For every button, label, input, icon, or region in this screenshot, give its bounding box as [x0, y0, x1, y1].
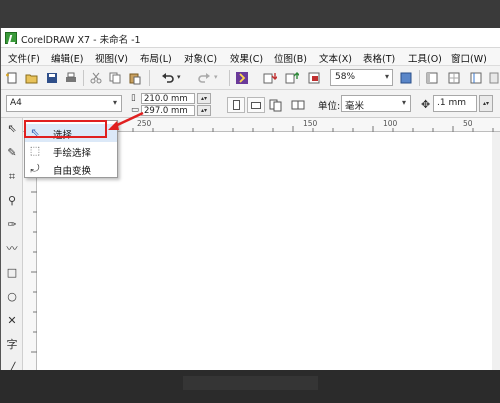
menu-edit[interactable]: 编辑(E)	[51, 51, 83, 65]
chevron-down-icon: ▾	[401, 98, 406, 107]
ruler-tick-label: 150	[303, 119, 318, 128]
redo-icon[interactable]	[197, 71, 211, 85]
freehand-tool-icon[interactable]: ✑	[5, 218, 19, 232]
nudge-distance-icon: ✥	[421, 98, 431, 111]
page-height-field[interactable]: 297.0 mm	[141, 105, 195, 116]
ruler-tick-label: 100	[383, 119, 398, 128]
show-guidelines-icon[interactable]	[469, 71, 483, 85]
undo-icon[interactable]	[161, 71, 175, 85]
units-select[interactable]: 毫米 ▾	[341, 95, 411, 112]
menu-text[interactable]: 文本(X)	[319, 51, 352, 65]
import-icon[interactable]	[263, 71, 277, 85]
standard-toolbar: ▾ ▾ 58% ▾	[1, 66, 500, 90]
menu-tools[interactable]: 工具(O)	[408, 51, 442, 65]
freehand-pick-icon: ⬚	[29, 144, 41, 157]
flyout-item-freehand-pick[interactable]: ⬚ 手绘选择	[25, 142, 117, 160]
snap-to-icon[interactable]	[489, 71, 500, 85]
background-window-ghost	[183, 376, 318, 390]
save-icon[interactable]	[45, 71, 59, 85]
toolbar-separator	[419, 70, 420, 86]
copy-icon[interactable]	[108, 71, 122, 85]
menu-layout[interactable]: 布局(L)	[140, 51, 172, 65]
flyout-item-label: 手绘选择	[53, 148, 92, 159]
width-icon: ▯	[131, 93, 136, 103]
nudge-spinner[interactable]: ▴▾	[479, 95, 493, 112]
new-document-icon[interactable]	[5, 71, 19, 85]
search-content-icon[interactable]	[235, 71, 249, 85]
annotation-arrow	[108, 111, 144, 130]
menu-effects[interactable]: 效果(C)	[230, 51, 263, 65]
toolbar-separator	[229, 70, 230, 86]
annotation-highlight-box	[24, 120, 107, 138]
menu-window[interactable]: 窗口(W)	[451, 51, 487, 65]
property-bar: A4 ▾ ▯ 210.0 mm ▴▾ ▭ 297.0 mm ▴▾ 单位: 毫米 …	[1, 90, 500, 118]
units-label: 单位:	[318, 101, 341, 112]
page-width-field[interactable]: 210.0 mm	[141, 93, 195, 104]
crop-tool-icon[interactable]: ⌗	[5, 170, 19, 184]
menu-object[interactable]: 对象(C)	[184, 51, 217, 65]
screen-top-area	[0, 0, 500, 28]
publish-pdf-icon[interactable]	[307, 71, 321, 85]
open-folder-icon[interactable]	[25, 71, 39, 85]
flyout-item-label: 自由变换	[53, 166, 92, 177]
all-pages-icon[interactable]	[269, 98, 283, 112]
units-value: 毫米	[345, 101, 365, 112]
rectangle-tool-icon[interactable]: □	[5, 266, 19, 280]
title-bar: CorelDRAW X7 - 未命名 -1	[1, 28, 500, 48]
menu-file[interactable]: 文件(F)	[8, 51, 40, 65]
menu-bar: 文件(F) 编辑(E) 视图(V) 布局(L) 对象(C) 效果(C) 位图(B…	[1, 48, 500, 66]
width-spinner[interactable]: ▴▾	[197, 93, 211, 104]
polygon-tool-icon[interactable]: ✕	[5, 314, 19, 328]
show-rulers-icon[interactable]	[425, 71, 439, 85]
pick-tool-icon[interactable]: ⇖	[5, 122, 19, 136]
cut-icon[interactable]	[89, 71, 103, 85]
flyout-item-free-transform[interactable]: ⤾ 自由变换	[25, 160, 117, 178]
nudge-distance-field[interactable]: .1 mm	[433, 95, 477, 112]
toolbox: ⇖ ✎ ⌗ ⚲ ✑ 〰 □ ○ ✕ 字 ╱	[1, 118, 23, 375]
text-tool-icon[interactable]: 字	[5, 338, 19, 352]
portrait-icon[interactable]	[227, 97, 245, 113]
nudge-distance-value: .1 mm	[437, 98, 466, 108]
zoom-level-value: 58%	[335, 72, 356, 82]
vertical-scrollbar[interactable]	[492, 132, 500, 370]
menu-table[interactable]: 表格(T)	[363, 51, 395, 65]
ruler-tick-label: 50	[463, 119, 473, 128]
coreldraw-logo-icon	[5, 32, 17, 44]
height-spinner[interactable]: ▴▾	[197, 105, 211, 116]
print-icon[interactable]	[64, 71, 78, 85]
zoom-tool-icon[interactable]: ⚲	[5, 194, 19, 208]
artistic-media-icon[interactable]: 〰	[5, 242, 19, 256]
shape-tool-icon[interactable]: ✎	[5, 146, 19, 160]
current-page-icon[interactable]	[291, 98, 305, 112]
free-transform-icon: ⤾	[30, 162, 40, 175]
full-screen-icon[interactable]	[399, 71, 413, 85]
redo-dropdown-icon[interactable]: ▾	[214, 73, 218, 81]
ellipse-tool-icon[interactable]: ○	[5, 290, 19, 304]
export-icon[interactable]	[285, 71, 299, 85]
paste-icon[interactable]	[128, 71, 142, 85]
show-grid-icon[interactable]	[447, 71, 461, 85]
undo-dropdown-icon[interactable]: ▾	[177, 73, 181, 81]
zoom-level-select[interactable]: 58% ▾	[330, 69, 393, 86]
app-window: CorelDRAW X7 - 未命名 -1 文件(F) 编辑(E) 视图(V) …	[0, 28, 500, 375]
page-size-value: A4	[10, 98, 22, 108]
chevron-down-icon: ▾	[112, 98, 117, 107]
chevron-down-icon: ▾	[384, 72, 389, 81]
window-title: CorelDRAW X7 - 未命名 -1	[21, 35, 141, 46]
toolbar-separator	[83, 70, 84, 86]
toolbar-separator	[149, 70, 150, 86]
menu-view[interactable]: 视图(V)	[95, 51, 128, 65]
landscape-icon[interactable]	[247, 97, 265, 113]
menu-bitmaps[interactable]: 位图(B)	[274, 51, 307, 65]
